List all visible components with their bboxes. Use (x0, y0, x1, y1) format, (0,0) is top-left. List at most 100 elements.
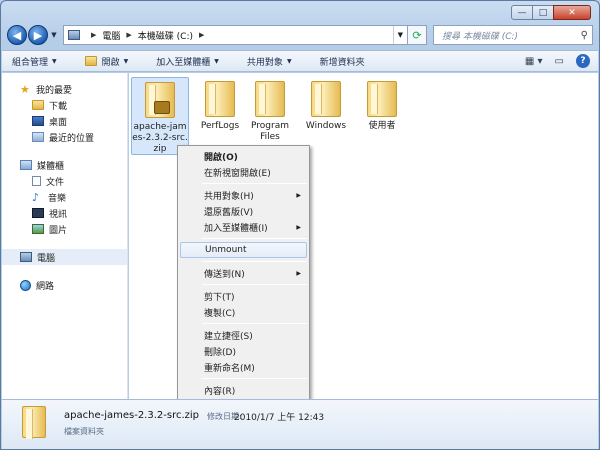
chevron-down-icon: ▼ (52, 57, 57, 65)
music-icon: ♪ (32, 190, 40, 204)
context-menu: 開啟(O) 在新視窗開啟(E) 共用對象(H) ▶ 還原舊版(V) 加入至媒體櫃(… (177, 145, 310, 401)
new-folder-label: 新增資料夾 (319, 57, 365, 68)
organize-button[interactable]: 組合管理 ▼ (12, 55, 57, 68)
menu-item-include-in-library[interactable]: 加入至媒體櫃(I) ▶ (178, 219, 309, 235)
sidebar-item-computer[interactable]: 電腦 (2, 249, 127, 265)
menu-separator (202, 261, 307, 262)
video-icon (32, 208, 44, 218)
address-dropdown-icon[interactable]: ▼ (392, 26, 407, 44)
details-file-name: apache-james-2.3.2-src.zip (64, 410, 200, 421)
back-button[interactable]: ◀ (7, 25, 27, 45)
sidebar-item-network[interactable]: 網路 (2, 277, 127, 293)
share-with-button[interactable]: 共用對象 ▼ (247, 55, 292, 68)
address-bar[interactable]: ▶ 電腦 ▶ 本機磁碟 (C:) ▶ ▼ (63, 25, 408, 45)
sidebar-item-recent-places[interactable]: 最近的位置 (2, 129, 127, 145)
menu-item-rename[interactable]: 重新命名(M) (178, 359, 309, 375)
sidebar-item-favorites[interactable]: ★ 我的最愛 (2, 81, 127, 97)
menu-item-open-new-window[interactable]: 在新視窗開啟(E) (178, 164, 309, 180)
preview-pane-icon[interactable]: ▭ (555, 56, 564, 67)
file-name: 使用者 (368, 121, 396, 131)
details-pane: apache-james-2.3.2-src.zip 修改日期: 2010/1/… (2, 399, 598, 449)
sidebar-item-label: 電腦 (37, 253, 56, 264)
menu-item-properties[interactable]: 內容(R) (178, 382, 309, 398)
breadcrumb-computer[interactable]: 電腦 (102, 29, 120, 42)
maximize-button[interactable]: □ (532, 5, 554, 20)
search-input[interactable]: 搜尋 本機磁碟 (C:) ⚲ (433, 25, 593, 45)
chevron-right-icon: ▶ (296, 223, 301, 231)
search-icon[interactable]: ⚲ (581, 30, 588, 41)
menu-item-send-to[interactable]: 傳送到(N) ▶ (178, 265, 309, 281)
sidebar-item-videos[interactable]: 視訊 (2, 205, 127, 221)
menu-item-create-shortcut[interactable]: 建立捷徑(S) (178, 327, 309, 343)
sidebar-item-label: 我的最愛 (36, 85, 73, 96)
recent-pages-dropdown-icon[interactable]: ▼ (49, 31, 59, 39)
libraries-icon (20, 160, 32, 170)
sidebar-item-label: 音樂 (48, 193, 67, 204)
refresh-button[interactable]: ⟳ (407, 25, 427, 45)
menu-separator (202, 378, 307, 379)
menu-item-open[interactable]: 開啟(O) (178, 148, 309, 164)
menu-separator (202, 183, 307, 184)
computer-icon (20, 252, 32, 262)
sidebar-item-libraries[interactable]: 媒體櫃 (2, 157, 127, 173)
folder-icon (311, 81, 341, 117)
add-to-library-label: 加入至媒體櫃 (156, 57, 211, 68)
navigation-bar: ◀ ▶ ▼ ▶ 電腦 ▶ 本機磁碟 (C:) ▶ ▼ ⟳ 搜尋 本機磁碟 (C:… (7, 23, 593, 47)
details-file-type: 檔案資料夾 (64, 427, 104, 436)
add-to-library-button[interactable]: 加入至媒體櫃 ▼ (156, 55, 219, 68)
chevron-down-icon: ▼ (286, 57, 292, 65)
details-modified-value: 2010/1/7 上午 12:43 (234, 413, 325, 423)
file-item-program-files[interactable]: Program Files (241, 77, 299, 143)
close-button[interactable]: ✕ (553, 5, 591, 20)
view-options-icon[interactable]: ▦ ▾ (525, 56, 543, 67)
menu-item-label: 加入至媒體櫃(I) (204, 223, 268, 234)
menu-item-copy[interactable]: 複製(C) (178, 304, 309, 320)
chevron-right-icon[interactable]: ▶ (91, 31, 96, 39)
view-controls: ▦ ▾ ▭ ? (513, 54, 590, 68)
sidebar-item-label: 下載 (49, 101, 68, 112)
recent-places-icon (32, 132, 44, 142)
forward-button[interactable]: ▶ (28, 25, 48, 45)
desktop-icon (32, 116, 44, 126)
sidebar-item-desktop[interactable]: 桌面 (2, 113, 127, 129)
open-label: 開啟 (101, 57, 120, 68)
menu-item-cut[interactable]: 剪下(T) (178, 288, 309, 304)
menu-item-delete[interactable]: 刪除(D) (178, 343, 309, 359)
file-name: Windows (305, 121, 347, 131)
sidebar-item-pictures[interactable]: 圖片 (2, 221, 127, 237)
menu-item-unmount[interactable]: Unmount (180, 242, 307, 258)
chevron-down-icon: ▼ (214, 57, 219, 65)
computer-icon (68, 30, 80, 40)
help-icon[interactable]: ? (576, 54, 590, 68)
sidebar-item-label: 最近的位置 (49, 133, 95, 144)
caption-buttons: — □ ✕ (511, 5, 591, 20)
chevron-right-icon[interactable]: ▶ (199, 31, 204, 39)
minimize-button[interactable]: — (511, 5, 533, 20)
sidebar-item-music[interactable]: ♪ 音樂 (2, 189, 127, 205)
pictures-icon (32, 224, 44, 234)
file-item-apache-zip[interactable]: apache-james-2.3.2-src.zip (131, 77, 189, 155)
menu-item-share-with[interactable]: 共用對象(H) ▶ (178, 187, 309, 203)
chevron-down-icon: ▼ (123, 57, 129, 65)
sidebar-item-downloads[interactable]: 下載 (2, 97, 127, 113)
file-name: Program Files (251, 121, 289, 142)
documents-icon (32, 176, 41, 186)
share-with-label: 共用對象 (246, 57, 283, 68)
menu-separator (202, 323, 307, 324)
sidebar-item-documents[interactable]: 文件 (2, 173, 127, 189)
menu-separator (202, 284, 307, 285)
breadcrumb-local-disk[interactable]: 本機磁碟 (C:) (138, 29, 193, 42)
navigation-pane: ★ 我的最愛 下載 桌面 最近的位置 媒體櫃 文件 ♪ 音樂 視訊 圖片 電腦 … (2, 73, 128, 399)
open-button[interactable]: 開啟 ▼ (84, 55, 129, 68)
chevron-right-icon[interactable]: ▶ (126, 31, 131, 39)
sidebar-item-label: 視訊 (49, 209, 68, 220)
file-item-windows[interactable]: Windows (297, 77, 355, 132)
chevron-right-icon: ▶ (296, 191, 301, 199)
sidebar-item-label: 桌面 (49, 117, 68, 128)
sidebar-item-label: 網路 (36, 281, 55, 292)
new-folder-button[interactable]: 新增資料夾 (320, 55, 365, 68)
file-name: PerfLogs (200, 121, 240, 131)
menu-item-restore-previous[interactable]: 還原舊版(V) (178, 203, 309, 219)
sidebar-item-label: 媒體櫃 (37, 161, 65, 172)
file-item-users[interactable]: 使用者 (353, 77, 411, 132)
